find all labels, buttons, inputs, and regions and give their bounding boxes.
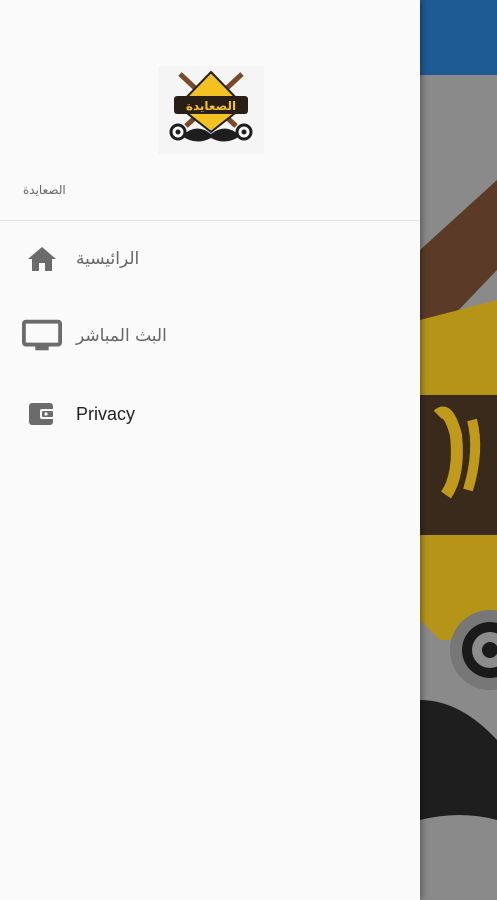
- menu-item-home[interactable]: الرائيسية: [0, 221, 420, 297]
- logo-text: الصعايدة: [186, 99, 236, 113]
- wallet-icon: [22, 396, 62, 432]
- drawer-header-title: الصعايدة: [23, 183, 66, 197]
- drawer-header: الصعايدة الصعايدة: [0, 0, 420, 221]
- background-logo-artwork: [420, 75, 497, 900]
- menu-item-live-stream[interactable]: البث المباشر: [0, 297, 420, 375]
- menu-item-home-label: الرائيسية: [76, 249, 140, 269]
- menu-item-live-stream-label: البث المباشر: [76, 326, 167, 346]
- home-icon: [22, 241, 62, 277]
- menu-item-privacy[interactable]: Privacy: [0, 375, 420, 453]
- app-logo: الصعايدة: [158, 66, 264, 154]
- tv-icon: [22, 318, 62, 354]
- navigation-drawer: الصعايدة الصعايدة الرائيسية البث المباشر…: [0, 0, 420, 900]
- menu-item-privacy-label: Privacy: [76, 403, 136, 424]
